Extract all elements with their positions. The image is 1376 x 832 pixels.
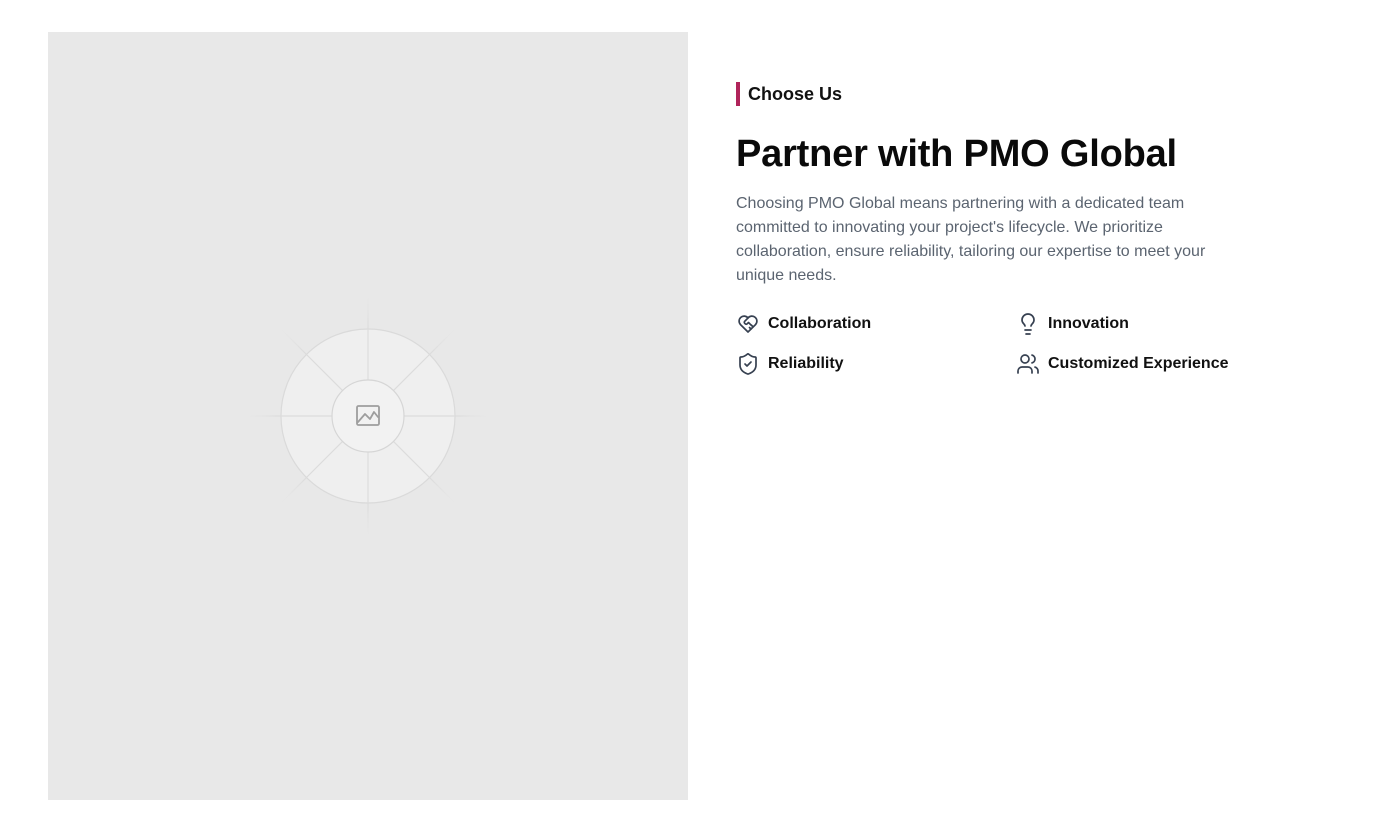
feature-label: Reliability bbox=[768, 355, 844, 372]
feature-collaboration: Collaboration bbox=[736, 312, 1016, 336]
image-placeholder bbox=[48, 32, 688, 800]
handshake-icon bbox=[736, 312, 760, 336]
lightbulb-icon bbox=[1016, 312, 1040, 336]
choose-us-section: Choose Us Partner with PMO Global Choosi… bbox=[0, 0, 1376, 832]
eyebrow: Choose Us bbox=[736, 82, 1296, 106]
accent-bar bbox=[736, 82, 740, 106]
section-description: Choosing PMO Global means partnering wit… bbox=[736, 195, 1206, 284]
feature-reliability: Reliability bbox=[736, 352, 1016, 376]
image-placeholder-graphic bbox=[247, 295, 489, 537]
eyebrow-label: Choose Us bbox=[748, 84, 843, 104]
section-title: Partner with PMO Global bbox=[736, 133, 1177, 175]
feature-label: Innovation bbox=[1048, 315, 1129, 332]
feature-label: Collaboration bbox=[768, 315, 872, 332]
users-icon bbox=[1016, 352, 1040, 376]
content-column: Choose Us Partner with PMO Global Choosi… bbox=[736, 82, 1296, 376]
feature-label: Customized Experience bbox=[1048, 355, 1229, 372]
feature-list: Collaboration Innovation Reliability Cus… bbox=[736, 312, 1296, 376]
shield-check-icon bbox=[736, 352, 760, 376]
feature-customized-experience: Customized Experience bbox=[1016, 352, 1296, 376]
feature-innovation: Innovation bbox=[1016, 312, 1296, 336]
